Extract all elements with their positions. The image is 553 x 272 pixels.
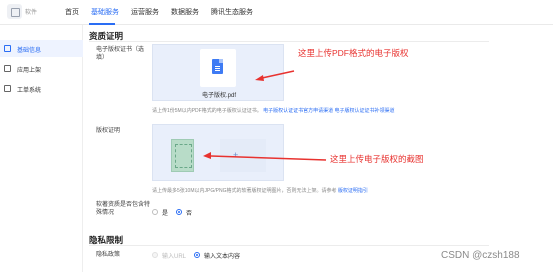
annotation-arrowhead-image bbox=[203, 152, 211, 159]
annotation-arrow-pdf bbox=[261, 70, 295, 79]
watermark: CSDN @czsh188 bbox=[441, 250, 520, 261]
annotation-arrowhead-pdf bbox=[255, 75, 264, 81]
annotation-arrow-image bbox=[210, 155, 327, 161]
annotation-arrows bbox=[203, 70, 327, 161]
